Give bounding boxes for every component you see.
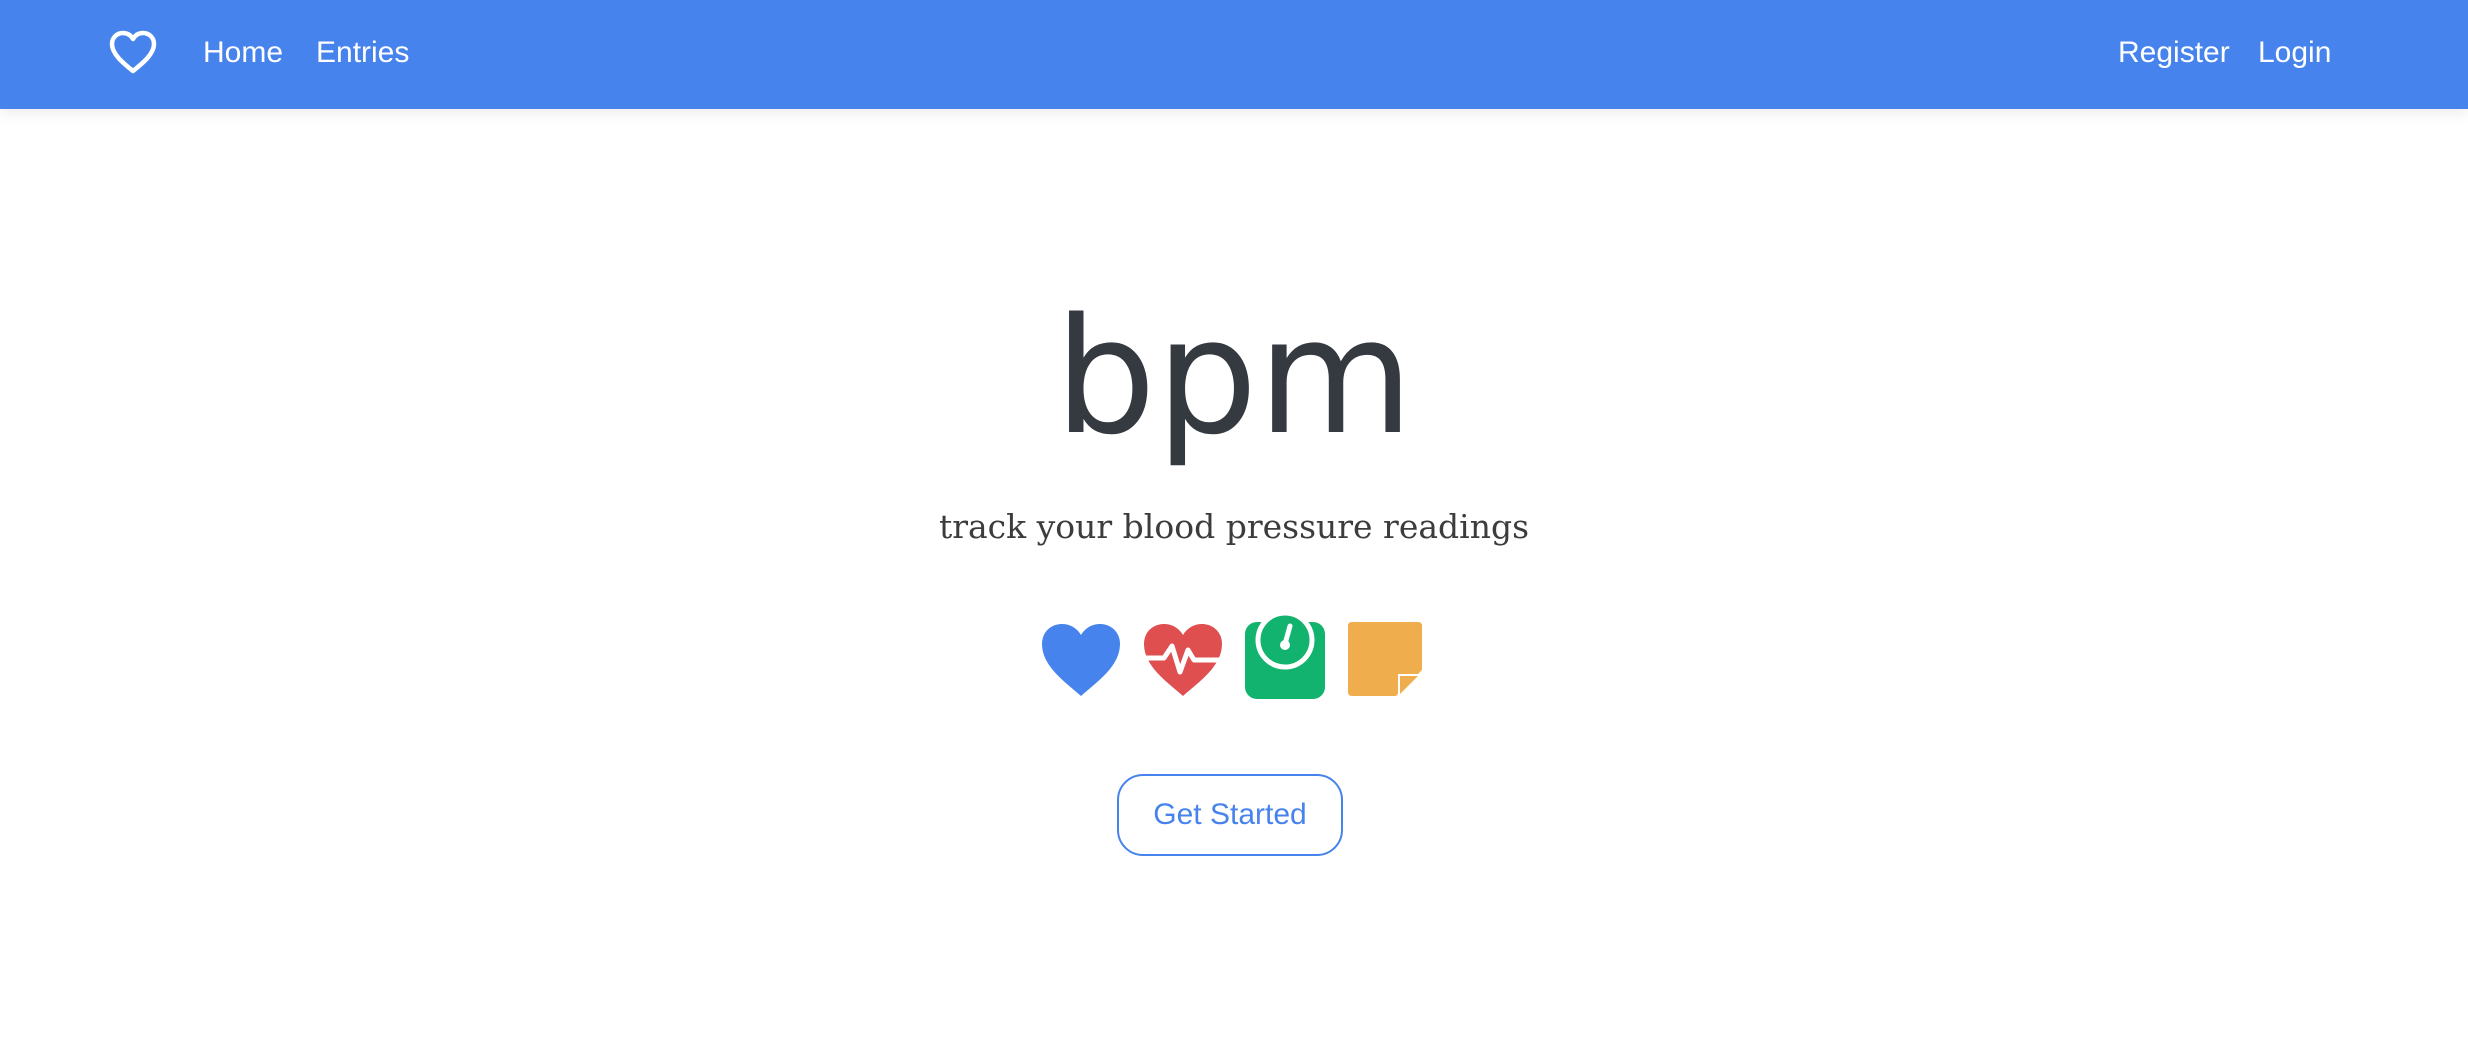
sticky-note-icon — [1348, 622, 1422, 696]
weight-scale-icon — [1244, 612, 1326, 700]
heartbeat-icon — [1142, 622, 1224, 698]
nav-login-link[interactable]: Login — [2258, 33, 2331, 73]
heart-outline-icon — [109, 30, 157, 74]
nav-home-link[interactable]: Home — [203, 33, 283, 73]
navbar: Home Entries Register Login — [0, 0, 2468, 109]
hero-title: bpm — [1054, 283, 1414, 470]
hero-subtitle: track your blood pressure readings — [938, 507, 1530, 546]
nav-register-link[interactable]: Register — [2118, 33, 2230, 73]
nav-entries-link[interactable]: Entries — [316, 33, 409, 73]
feature-icon-row — [1038, 612, 1424, 704]
get-started-button[interactable]: Get Started — [1117, 774, 1343, 856]
heart-icon — [1040, 622, 1122, 698]
brand-heart-icon[interactable] — [108, 30, 158, 76]
